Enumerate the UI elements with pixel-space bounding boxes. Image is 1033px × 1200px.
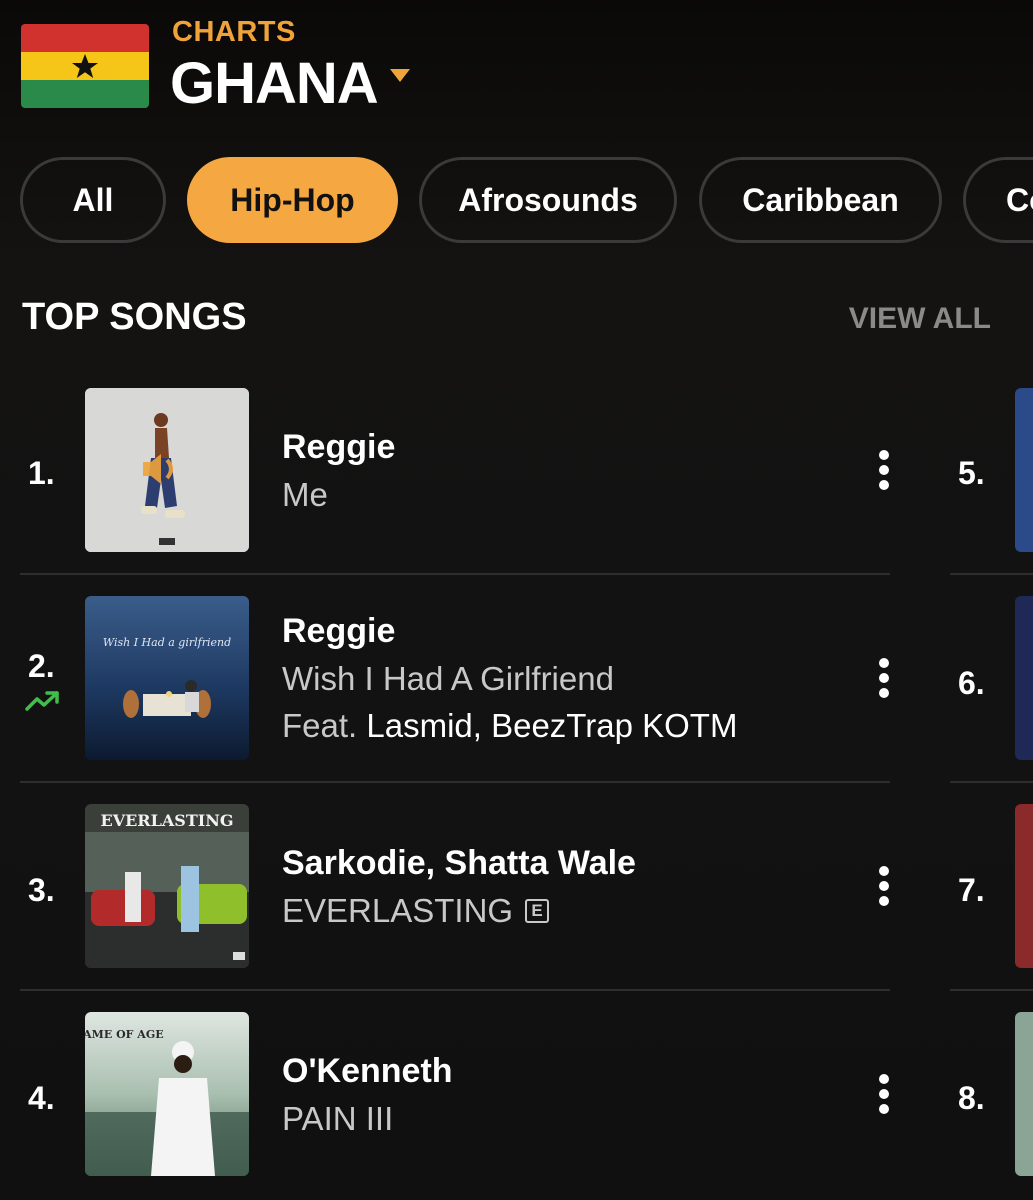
genre-pill-hip-hop[interactable]: Hip-Hop	[187, 157, 398, 243]
charts-label: CHARTS	[172, 16, 296, 48]
song-artist[interactable]: Reggie	[282, 428, 395, 467]
rank-number: 3.	[28, 872, 55, 908]
song-artist[interactable]: O'Kenneth	[282, 1052, 453, 1091]
rank-number: 4.	[28, 1080, 55, 1116]
cover-text: Wish I Had a girlfriend	[103, 636, 231, 649]
country-selector[interactable]: GHANA	[170, 50, 410, 117]
song-title[interactable]: Wish I Had A Girlfriend	[282, 660, 614, 698]
song-artist[interactable]: Reggie	[282, 612, 395, 651]
genre-pill-caribbean[interactable]: Caribbean	[699, 157, 942, 243]
album-art[interactable]: CAME OF AGE	[85, 1012, 249, 1176]
row-divider	[20, 989, 890, 991]
ghana-flag	[21, 24, 149, 108]
section-title: TOP SONGS	[22, 296, 247, 338]
more-options-icon[interactable]	[868, 654, 900, 702]
more-options-icon[interactable]	[868, 446, 900, 494]
genre-pill-afrosounds[interactable]: Afrosounds	[419, 157, 677, 243]
row-divider	[950, 989, 1033, 991]
album-art-pain-iii: CAME OF AGE	[85, 1012, 249, 1176]
album-art[interactable]	[85, 388, 249, 552]
album-art[interactable]	[1015, 1012, 1033, 1176]
album-art[interactable]: Wish I Had a girlfriend	[85, 596, 249, 760]
album-art-everlasting: EVERLASTING	[85, 804, 249, 968]
genre-pill-all[interactable]: All	[20, 157, 166, 243]
album-art[interactable]	[1015, 388, 1033, 552]
album-art-me	[85, 388, 249, 552]
rank-number: 5.	[958, 455, 985, 491]
song-artist[interactable]: Sarkodie, Shatta Wale	[282, 844, 636, 883]
rank-number: 2.	[28, 648, 55, 684]
genre-pill-partial[interactable]: Co	[963, 157, 1033, 243]
rank-number: 8.	[958, 1080, 985, 1116]
caret-down-icon	[389, 69, 410, 82]
album-art-wish: Wish I Had a girlfriend	[85, 596, 249, 760]
view-all-link[interactable]: VIEW ALL	[849, 302, 991, 336]
row-divider	[20, 573, 890, 575]
song-title[interactable]: EVERLASTING E	[282, 892, 550, 930]
song-title[interactable]: Me	[282, 476, 328, 514]
album-art[interactable]	[1015, 804, 1033, 968]
more-options-icon[interactable]	[868, 1070, 900, 1118]
country-name: GHANA	[170, 51, 379, 116]
feat-artists[interactable]: Lasmid, BeezTrap KOTM	[366, 707, 737, 744]
explicit-badge: E	[525, 899, 550, 923]
cover-text: EVERLASTING	[101, 811, 234, 830]
trending-up-icon	[25, 691, 59, 711]
row-divider	[950, 781, 1033, 783]
rank-number: 1.	[28, 455, 55, 491]
star-icon	[72, 54, 98, 78]
genre-filter: All Hip-Hop Afrosounds Caribbean Co	[20, 157, 1033, 249]
row-divider	[20, 781, 890, 783]
row-divider	[950, 573, 1033, 575]
more-options-icon[interactable]	[868, 862, 900, 910]
rank-number: 6.	[958, 665, 985, 701]
rank-number: 7.	[958, 872, 985, 908]
cover-text: CAME OF AGE	[85, 1028, 164, 1041]
feat-label: Feat.	[282, 707, 358, 744]
featured-artists: Feat. Lasmid, BeezTrap KOTM	[282, 707, 737, 745]
album-art[interactable]: EVERLASTING	[85, 804, 249, 968]
album-art[interactable]	[1015, 596, 1033, 760]
song-title[interactable]: PAIN III	[282, 1100, 393, 1138]
